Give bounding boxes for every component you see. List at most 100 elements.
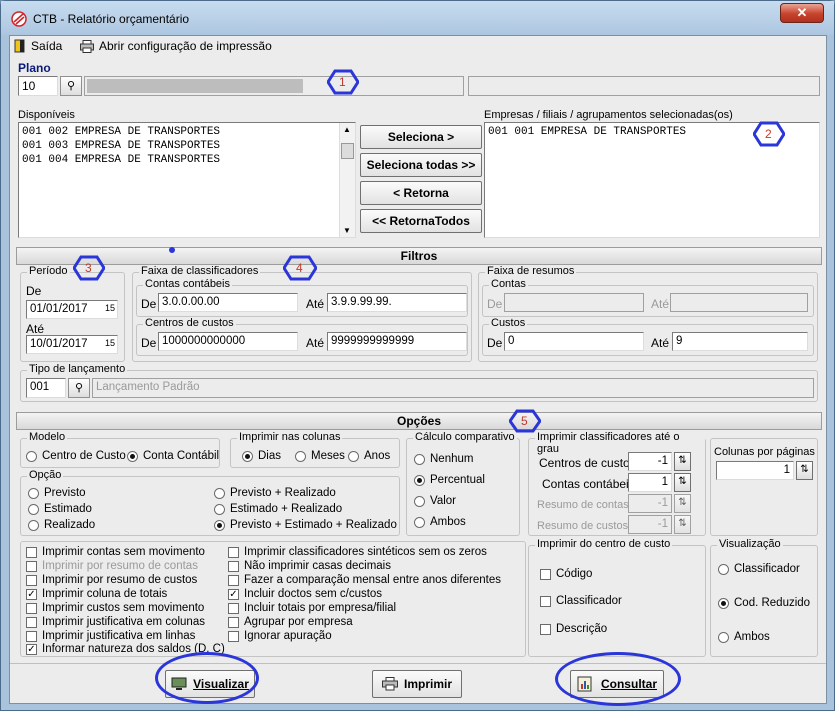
imprimir-button[interactable]: Imprimir (372, 670, 462, 698)
opcao-option-prev-est-real[interactable]: Previsto + Estimado + Realizado (214, 519, 397, 531)
radio-icon[interactable] (242, 450, 253, 462)
checkbox-checked-icon[interactable]: ✓ (26, 643, 37, 655)
radio-icon[interactable] (718, 631, 729, 643)
opcao-option-previsto[interactable]: Previsto (28, 487, 86, 499)
grau-input-centros[interactable]: -1 (628, 452, 672, 471)
select-all-button[interactable]: Seleciona todas >> (360, 153, 482, 177)
radio-icon[interactable] (414, 474, 425, 486)
modelo-option-centro[interactable]: Centro de Custo (26, 450, 126, 462)
check-contas-sem-movimento[interactable]: Imprimir contas sem movimento (26, 546, 205, 558)
checkbox-icon[interactable] (228, 574, 239, 586)
radio-icon[interactable] (414, 516, 425, 528)
check-sem-casas-decimais[interactable]: Não imprimir casas decimais (228, 560, 391, 572)
resumo-custos-ate-input[interactable]: 9 (672, 332, 808, 351)
radio-icon[interactable] (295, 450, 306, 462)
checkbox-checked-icon[interactable]: ✓ (228, 588, 239, 600)
centro-check-codigo[interactable]: Código (540, 568, 592, 580)
opcao-option-realizado[interactable]: Realizado (28, 519, 95, 531)
return-button[interactable]: < Retorna (360, 181, 482, 205)
calendar-icon[interactable]: 15 (105, 303, 115, 313)
radio-icon[interactable] (28, 487, 39, 499)
grau-input-contas[interactable]: 1 (628, 473, 672, 492)
scroll-up-icon[interactable]: ▲ (343, 125, 351, 134)
radio-icon[interactable] (718, 563, 729, 575)
opcao-option-prev-real[interactable]: Previsto + Realizado (214, 487, 336, 499)
radio-icon[interactable] (127, 450, 138, 462)
checkbox-icon[interactable] (228, 546, 239, 558)
checkbox-checked-icon[interactable]: ✓ (26, 588, 37, 600)
list-item[interactable]: 001 002 EMPRESA DE TRANSPORTES (22, 125, 352, 139)
checkbox-icon[interactable] (228, 616, 239, 628)
check-doctos-sem-custos[interactable]: ✓ Incluir doctos sem c/custos (228, 588, 382, 600)
select-button[interactable]: Seleciona > (360, 125, 482, 149)
checkbox-icon[interactable] (228, 630, 239, 642)
calculo-option-nenhum[interactable]: Nenhum (414, 453, 473, 465)
colunas-option-meses[interactable]: Meses (295, 450, 345, 462)
radio-icon[interactable] (28, 519, 39, 531)
radio-icon[interactable] (26, 450, 37, 462)
contas-de-input[interactable]: 3.0.0.00.00 (158, 293, 298, 312)
calculo-option-ambos[interactable]: Ambos (414, 516, 466, 528)
spinner-icon[interactable]: ⇅ (674, 473, 691, 492)
calculo-option-percentual[interactable]: Percentual (414, 474, 485, 486)
colunas-option-anos[interactable]: Anos (348, 450, 390, 462)
checkbox-icon[interactable] (26, 546, 37, 558)
visualizacao-option-classificador[interactable]: Classificador (718, 563, 800, 575)
radio-icon[interactable] (414, 453, 425, 465)
close-button[interactable]: ✕ (780, 3, 824, 23)
check-sinteticos-sem-zeros[interactable]: Imprimir classificadores sintéticos sem … (228, 546, 487, 558)
radio-icon[interactable] (214, 519, 225, 531)
centros-ate-input[interactable]: 9999999999999 (327, 332, 467, 351)
modelo-option-conta[interactable]: Conta Contábil (127, 450, 219, 462)
check-totais-empresa[interactable]: Incluir totais por empresa/filial (228, 602, 396, 614)
checkbox-icon[interactable] (26, 630, 37, 642)
disponiveis-scrollbar[interactable]: ▲ ▼ (339, 123, 355, 237)
spinner-icon[interactable]: ⇅ (796, 461, 813, 480)
checkbox-icon[interactable] (26, 574, 37, 586)
return-all-button[interactable]: << RetornaTodos (360, 209, 482, 233)
check-justificativa-colunas[interactable]: Imprimir justificativa em colunas (26, 616, 205, 628)
check-custos-sem-movimento[interactable]: Imprimir custos sem movimento (26, 602, 204, 614)
disponiveis-list[interactable]: 001 002 EMPRESA DE TRANSPORTES 001 003 E… (18, 122, 356, 238)
checkbox-icon[interactable] (540, 568, 551, 580)
check-resumo-custos[interactable]: Imprimir por resumo de custos (26, 574, 197, 586)
checkbox-icon[interactable] (540, 595, 551, 607)
radio-icon[interactable] (414, 495, 425, 507)
opcao-option-estimado[interactable]: Estimado (28, 503, 92, 515)
checkbox-icon[interactable] (228, 560, 239, 572)
centro-check-classificador[interactable]: Classificador (540, 595, 622, 607)
spinner-icon[interactable]: ⇅ (674, 452, 691, 471)
list-item[interactable]: 001 003 EMPRESA DE TRANSPORTES (22, 139, 352, 153)
check-ignorar-apuracao[interactable]: Ignorar apuração (228, 630, 332, 642)
scroll-down-icon[interactable]: ▼ (343, 226, 351, 235)
print-config-menu-item[interactable]: Abrir configuração de impressão (80, 39, 272, 53)
radio-icon[interactable] (28, 503, 39, 515)
check-justificativa-linhas[interactable]: Imprimir justificativa em linhas (26, 630, 195, 642)
exit-menu-item[interactable]: Saída (14, 39, 62, 53)
check-comparacao-mensal[interactable]: Fazer a comparação mensal entre anos dif… (228, 574, 501, 586)
checkbox-icon[interactable] (26, 602, 37, 614)
plano-search-button[interactable]: ⚲ (60, 76, 82, 96)
radio-icon[interactable] (214, 503, 225, 515)
contas-ate-input[interactable]: 3.9.9.99.99. (327, 293, 467, 312)
calculo-option-valor[interactable]: Valor (414, 495, 456, 507)
visualizacao-option-cod-reduzido[interactable]: Cod. Reduzido (718, 597, 810, 609)
visualizacao-option-ambos[interactable]: Ambos (718, 631, 770, 643)
centros-de-input[interactable]: 1000000000000 (158, 332, 298, 351)
radio-icon[interactable] (348, 450, 359, 462)
plano-input[interactable]: 10 (18, 76, 58, 96)
colunas-paginas-input[interactable]: 1 (716, 461, 794, 480)
checkbox-icon[interactable] (540, 623, 551, 635)
check-coluna-totais[interactable]: ✓ Imprimir coluna de totais (26, 588, 167, 600)
checkbox-icon[interactable] (26, 616, 37, 628)
tipo-lancamento-code-input[interactable]: 001 (26, 378, 66, 398)
radio-icon[interactable] (214, 487, 225, 499)
resumo-custos-de-input[interactable]: 0 (504, 332, 644, 351)
list-item[interactable]: 001 004 EMPRESA DE TRANSPORTES (22, 153, 352, 167)
centro-check-descricao[interactable]: Descrição (540, 623, 607, 635)
calendar-icon[interactable]: 15 (105, 338, 115, 348)
opcao-option-est-real[interactable]: Estimado + Realizado (214, 503, 342, 515)
tipo-lancamento-search-button[interactable]: ⚲ (68, 378, 90, 398)
colunas-option-dias[interactable]: Dias (242, 450, 281, 462)
check-agrupar-empresa[interactable]: Agrupar por empresa (228, 616, 353, 628)
